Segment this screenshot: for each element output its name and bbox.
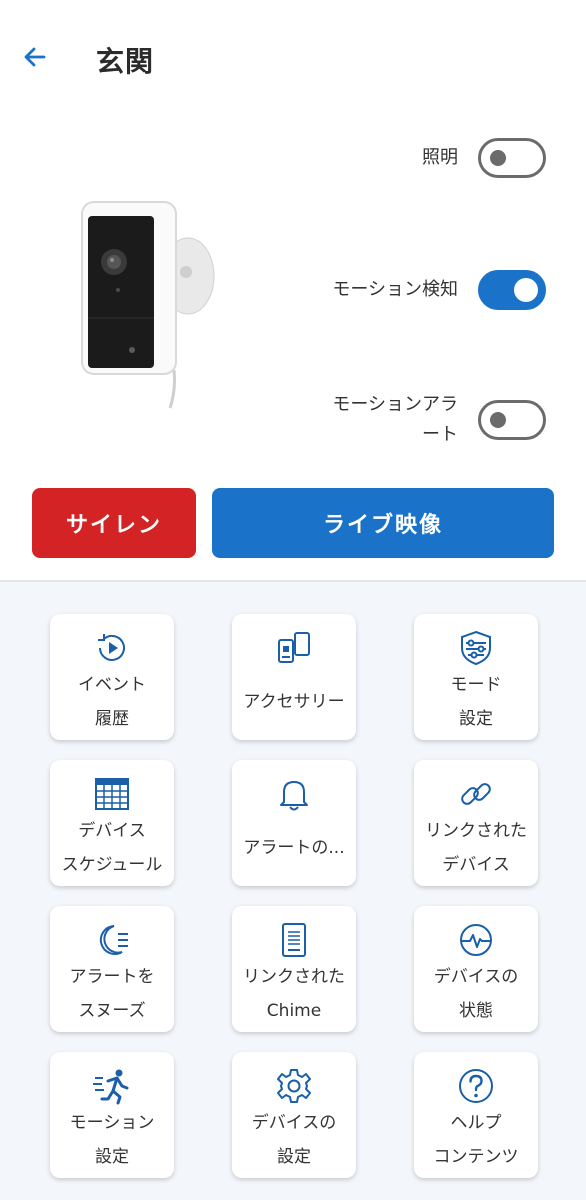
- light-toggle[interactable]: [478, 138, 546, 178]
- tile-label-line2: 設定: [459, 709, 493, 729]
- tile-label-line1: アラートを: [69, 967, 155, 987]
- tile-label-line2: 状態: [459, 1001, 493, 1021]
- tile-label-line1: モード: [450, 675, 502, 695]
- motion-alert-label: モーションアラ ート: [332, 390, 458, 450]
- tile-device-schedule[interactable]: デバイス スケジュール: [50, 760, 174, 886]
- motion-detect-toggle[interactable]: [478, 270, 546, 310]
- siren-button[interactable]: サイレン: [32, 488, 196, 558]
- tile-label-line2: デバイス: [442, 855, 510, 875]
- snooze-moon-icon: [92, 920, 132, 960]
- tile-label-line1: アクセサリー: [243, 692, 345, 712]
- tile-linked-devices[interactable]: リンクされた デバイス: [414, 760, 538, 886]
- tile-label-line1: デバイス: [78, 821, 146, 841]
- motion-detect-toggle-row: モーション検知: [332, 270, 546, 310]
- feature-grid: イベント 履歴 アクセサリー モード 設定 デバイス スケジュール アラートの.…: [0, 582, 586, 1200]
- tile-label-line2: 設定: [94, 1147, 129, 1167]
- tile-accessories[interactable]: アクセサリー: [232, 614, 356, 740]
- live-view-button[interactable]: ライブ映像: [212, 488, 554, 558]
- link-icon: [456, 774, 496, 814]
- gear-icon: [274, 1066, 314, 1106]
- tile-snooze-alerts[interactable]: アラートを スヌーズ: [50, 906, 174, 1032]
- tile-label-line1: デバイスの: [433, 967, 519, 987]
- tile-label-line1: イベント: [78, 675, 146, 695]
- help-icon: [456, 1066, 496, 1106]
- tile-label-line1: モーション: [69, 1113, 155, 1133]
- tile-label-line2: スヌーズ: [78, 1001, 146, 1021]
- tile-label-line2: Chime: [266, 1001, 322, 1021]
- tile-label-line1: デバイスの: [251, 1113, 337, 1133]
- motion-alert-label-line2: ート: [422, 424, 458, 445]
- tile-label-line1: ヘルプ: [450, 1113, 502, 1133]
- tile-label-line1: リンクされた: [425, 821, 527, 841]
- tile-label-line2: コンテンツ: [433, 1147, 519, 1167]
- header: 玄関: [0, 0, 586, 120]
- bell-icon: [274, 774, 314, 814]
- accessories-icon: [274, 628, 314, 668]
- chime-icon: [274, 920, 314, 960]
- tile-mode-settings[interactable]: モード 設定: [414, 614, 538, 740]
- tile-device-health[interactable]: デバイスの 状態: [414, 906, 538, 1032]
- motion-alert-label-line1: モーションアラ: [332, 394, 458, 415]
- play-history-icon: [92, 628, 132, 668]
- calendar-icon: [92, 774, 132, 814]
- motion-detect-label: モーション検知: [332, 279, 458, 300]
- tile-help-content[interactable]: ヘルプ コンテンツ: [414, 1052, 538, 1178]
- tile-device-settings[interactable]: デバイスの 設定: [232, 1052, 356, 1178]
- running-person-icon: [92, 1066, 132, 1106]
- tile-label-line2: 履歴: [95, 709, 129, 729]
- back-button[interactable]: [18, 40, 52, 74]
- tile-label-line2: スケジュール: [61, 855, 163, 875]
- camera-image: [70, 190, 230, 410]
- arrow-left-icon: [24, 47, 46, 67]
- tile-label-line1: アラートの...: [243, 838, 345, 858]
- health-pulse-icon: [456, 920, 496, 960]
- tile-linked-chime[interactable]: リンクされた Chime: [232, 906, 356, 1032]
- light-label: 照明: [422, 147, 458, 168]
- motion-alert-toggle-row: モーションアラ ート: [332, 390, 546, 450]
- tile-label-line2: 設定: [277, 1147, 311, 1167]
- tile-alert-settings[interactable]: アラートの...: [232, 760, 356, 886]
- light-toggle-row: 照明: [422, 138, 546, 178]
- tile-label-line1: リンクされた: [243, 967, 345, 987]
- mode-settings-icon: [456, 628, 496, 668]
- motion-alert-toggle[interactable]: [478, 400, 546, 440]
- page-title: 玄関: [96, 45, 155, 78]
- tile-motion-settings[interactable]: モーション 設定: [50, 1052, 174, 1178]
- tile-event-history[interactable]: イベント 履歴: [50, 614, 174, 740]
